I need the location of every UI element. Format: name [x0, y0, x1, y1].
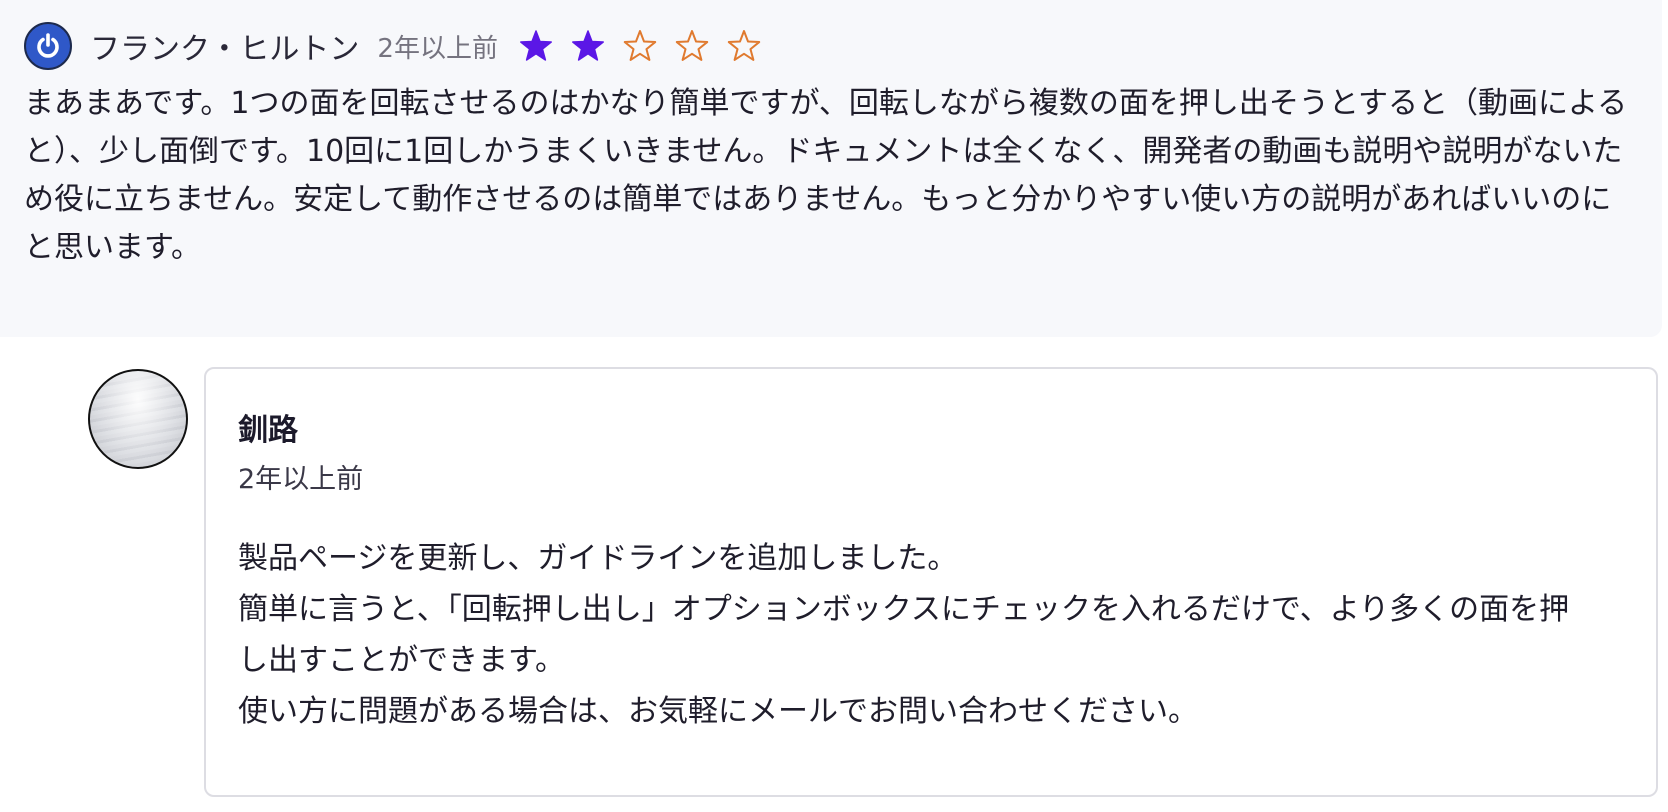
reply-line: 簡単に言うと、「回転押し出し」オプションボックスにチェックを入れるだけで、より多… [238, 592, 1570, 678]
review-timestamp: 2年以上前 [377, 33, 498, 64]
star-empty-icon [623, 30, 657, 61]
reply-line: 使い方に問題がある場合は、お気軽にメールでお問い合わせください。 [238, 694, 1198, 729]
review-header: フランク・ヒルトン 2年以上前 [24, 20, 778, 72]
reviewer-avatar[interactable] [24, 22, 72, 70]
reply-author-name[interactable]: 釧路 [238, 405, 298, 449]
star-filled-icon [571, 30, 604, 61]
star-empty-icon [727, 30, 761, 61]
reply-timestamp: 2年以上前 [238, 464, 364, 495]
star-filled-icon [519, 30, 552, 61]
review-text: まあまあです。1つの面を回転させるのはかなり簡単ですが、回転しながら複数の面を押… [24, 86, 1628, 265]
review-card: フランク・ヒルトン 2年以上前 まあまあです。1つの面を回転させるのはかなり簡単… [0, 0, 1662, 337]
reviewer-name[interactable]: フランク・ヒルトン [90, 24, 359, 68]
reply-line: 製品ページを更新し、ガイドラインを追加しました。 [238, 541, 958, 576]
reply-text: 製品ページを更新し、ガイドラインを追加しました。 簡単に言うと、「回転押し出し」… [238, 533, 1598, 737]
star-rating [518, 28, 778, 64]
power-icon [37, 33, 59, 58]
reply-card: 釧路 2年以上前 製品ページを更新し、ガイドラインを追加しました。 簡単に言うと… [204, 367, 1658, 797]
replier-avatar[interactable] [88, 369, 188, 469]
star-empty-icon [675, 30, 709, 61]
